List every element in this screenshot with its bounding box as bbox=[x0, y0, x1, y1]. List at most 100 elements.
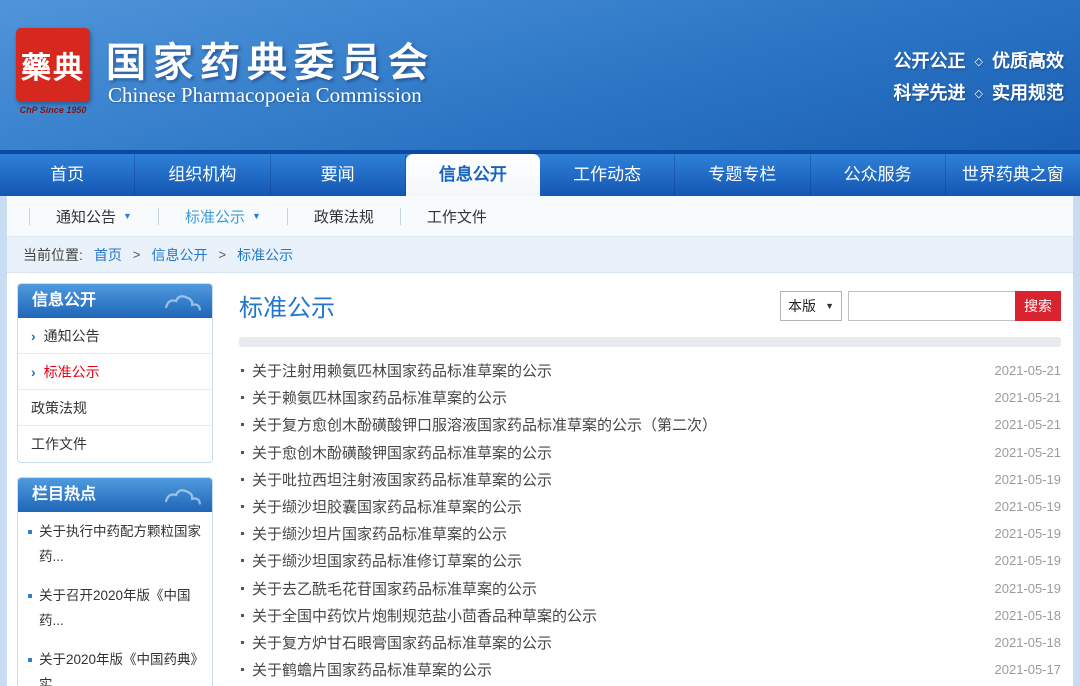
bullet-icon bbox=[241, 587, 244, 590]
site-title: 国家药典委员会 bbox=[106, 30, 435, 88]
bullet-icon bbox=[241, 423, 244, 426]
bullet-icon bbox=[241, 478, 244, 481]
hot-list-item[interactable]: 关于执行中药配方颗粒国家药... bbox=[18, 512, 212, 576]
nav-item-special-columns[interactable]: 专题专栏 bbox=[675, 154, 810, 196]
bullet-icon bbox=[28, 594, 32, 598]
sidebar-item-label: 政策法规 bbox=[31, 398, 87, 418]
breadcrumb-prefix: 当前位置: bbox=[23, 245, 83, 265]
bullet-icon bbox=[241, 668, 244, 671]
diamond-icon: ◇ bbox=[975, 88, 983, 100]
breadcrumb-link-home[interactable]: 首页 bbox=[94, 245, 122, 265]
announcement-date: 2021-05-19 bbox=[983, 581, 1062, 596]
subnav-label: 通知公告 bbox=[56, 206, 116, 227]
hot-list-item[interactable]: 关于召开2020年版《中国药... bbox=[18, 576, 212, 640]
announcement-date: 2021-05-19 bbox=[983, 499, 1062, 514]
dropdown-arrow-icon: ▼ bbox=[825, 301, 834, 311]
sidebar-menu-box: 信息公开 › 通知公告 › 标准公示 政策法规 工作文件 bbox=[17, 283, 213, 463]
sidebar-item-notices[interactable]: › 通知公告 bbox=[18, 318, 212, 354]
announcement-row[interactable]: 关于缬沙坦国家药品标准修订草案的公示 2021-05-19 bbox=[239, 547, 1061, 574]
chevron-right-icon: › bbox=[31, 364, 36, 380]
chevron-down-icon: ▼ bbox=[123, 211, 132, 221]
breadcrumb-separator: > bbox=[218, 247, 226, 262]
search-bar: 本版 ▼ 搜索 bbox=[780, 291, 1061, 321]
page-body: 通知公告 ▼ 标准公示 ▼ 政策法规 工作文件 当前位置: 首页 > 信息公开 … bbox=[0, 196, 1080, 686]
announcement-row[interactable]: 关于愈创木酚磺酸钾国家药品标准草案的公示 2021-05-21 bbox=[239, 439, 1061, 466]
hot-list-item[interactable]: 关于2020年版《中国药典》实... bbox=[18, 640, 212, 686]
announcement-date: 2021-05-17 bbox=[983, 662, 1062, 677]
announcement-title: 关于复方炉甘石眼膏国家药品标准草案的公示 bbox=[252, 632, 552, 653]
breadcrumb-link-info-disclosure[interactable]: 信息公开 bbox=[151, 245, 207, 265]
bullet-icon bbox=[28, 658, 32, 662]
breadcrumb: 当前位置: 首页 > 信息公开 > 标准公示 bbox=[7, 237, 1073, 273]
bullet-icon bbox=[28, 530, 32, 534]
nav-item-info-disclosure[interactable]: 信息公开 bbox=[406, 154, 540, 196]
slogan-text: 公开公正 bbox=[894, 51, 966, 71]
hot-item-title: 关于召开2020年版《中国药... bbox=[39, 583, 204, 633]
announcement-row[interactable]: 关于注射用赖氨匹林国家药品标准草案的公示 2021-05-21 bbox=[239, 357, 1061, 384]
announcement-title: 关于缬沙坦胶囊国家药品标准草案的公示 bbox=[252, 496, 522, 517]
section-divider bbox=[239, 337, 1061, 347]
announcement-title: 关于吡拉西坦注射液国家药品标准草案的公示 bbox=[252, 469, 552, 490]
announcement-title: 关于愈创木酚磺酸钾国家药品标准草案的公示 bbox=[252, 442, 552, 463]
slogan-block: 公开公正 ◇ 优质高效 科学先进 ◇ 实用规范 bbox=[894, 46, 1064, 110]
page-title: 标准公示 bbox=[239, 288, 335, 323]
breadcrumb-link-standard-publicity[interactable]: 标准公示 bbox=[237, 245, 293, 265]
bullet-icon bbox=[241, 396, 244, 399]
announcement-row[interactable]: 关于缬沙坦片国家药品标准草案的公示 2021-05-19 bbox=[239, 520, 1061, 547]
announcement-title: 关于缬沙坦片国家药品标准草案的公示 bbox=[252, 523, 507, 544]
slogan-text: 优质高效 bbox=[992, 51, 1064, 71]
nav-item-news[interactable]: 要闻 bbox=[271, 154, 406, 196]
announcement-row[interactable]: 关于全国中药饮片炮制规范盐小茴香品种草案的公示 2021-05-18 bbox=[239, 602, 1061, 629]
nav-item-organization[interactable]: 组织机构 bbox=[135, 154, 270, 196]
sidebar-item-policies[interactable]: 政策法规 bbox=[18, 390, 212, 426]
announcement-date: 2021-05-19 bbox=[983, 526, 1062, 541]
slogan-text: 科学先进 bbox=[894, 83, 966, 103]
announcement-row[interactable]: 关于赖氨匹林国家药品标准草案的公示 2021-05-21 bbox=[239, 384, 1061, 411]
announcement-row[interactable]: 关于缬沙坦胶囊国家药品标准草案的公示 2021-05-19 bbox=[239, 493, 1061, 520]
main-panel: 标准公示 本版 ▼ 搜索 关于注射用赖氨匹林国家药品标准草案的公示 2021-0… bbox=[239, 283, 1061, 686]
sidebar-menu-title: 信息公开 bbox=[32, 292, 96, 309]
search-button[interactable]: 搜索 bbox=[1015, 291, 1061, 321]
subnav-item-notices[interactable]: 通知公告 ▼ bbox=[29, 208, 158, 225]
announcement-title: 关于去乙酰毛花苷国家药品标准草案的公示 bbox=[252, 578, 537, 599]
slogan-text: 实用规范 bbox=[992, 83, 1064, 103]
main-header: 标准公示 本版 ▼ 搜索 bbox=[239, 283, 1061, 323]
announcement-date: 2021-05-21 bbox=[983, 417, 1062, 432]
hot-item-title: 关于执行中药配方颗粒国家药... bbox=[39, 519, 204, 569]
announcement-row[interactable]: 关于吡拉西坦注射液国家药品标准草案的公示 2021-05-19 bbox=[239, 466, 1061, 493]
logo-caption: ChP Since 1950 bbox=[10, 105, 96, 115]
nav-item-work-trends[interactable]: 工作动态 bbox=[540, 154, 675, 196]
subnav-item-policies[interactable]: 政策法规 bbox=[287, 208, 400, 225]
sidebar-item-label: 标准公示 bbox=[44, 362, 100, 382]
announcement-date: 2021-05-18 bbox=[983, 635, 1062, 650]
announcement-row[interactable]: 关于去乙酰毛花苷国家药品标准草案的公示 2021-05-19 bbox=[239, 575, 1061, 602]
sidebar-hot-box: 栏目热点 关于执行中药配方颗粒国家药... 关于召开2020年版《中国药... … bbox=[17, 477, 213, 686]
announcement-list: 关于注射用赖氨匹林国家药品标准草案的公示 2021-05-21 关于赖氨匹林国家… bbox=[239, 357, 1061, 683]
bullet-icon bbox=[241, 641, 244, 644]
announcement-title: 关于鹤蟾片国家药品标准草案的公示 bbox=[252, 659, 492, 680]
sub-nav: 通知公告 ▼ 标准公示 ▼ 政策法规 工作文件 bbox=[7, 196, 1073, 237]
search-scope-select[interactable]: 本版 ▼ bbox=[780, 291, 842, 321]
slogan-line-2: 科学先进 ◇ 实用规范 bbox=[894, 78, 1064, 110]
site-banner: 藥典 ChP Since 1950 国家药典委员会 Chinese Pharma… bbox=[0, 0, 1080, 150]
subnav-label: 标准公示 bbox=[185, 206, 245, 227]
hot-item-title: 关于2020年版《中国药典》实... bbox=[39, 647, 204, 686]
subnav-item-standard-publicity[interactable]: 标准公示 ▼ bbox=[158, 208, 287, 225]
announcement-row[interactable]: 关于鹤蟾片国家药品标准草案的公示 2021-05-17 bbox=[239, 656, 1061, 683]
sidebar-item-work-documents[interactable]: 工作文件 bbox=[18, 426, 212, 462]
search-input[interactable] bbox=[848, 291, 1016, 321]
nav-item-world-pharmacopoeia[interactable]: 世界药典之窗 bbox=[946, 154, 1080, 196]
bullet-icon bbox=[241, 532, 244, 535]
announcement-row[interactable]: 关于复方愈创木酚磺酸钾口服溶液国家药品标准草案的公示（第二次） 2021-05-… bbox=[239, 411, 1061, 438]
announcement-date: 2021-05-21 bbox=[983, 445, 1062, 460]
nav-item-home[interactable]: 首页 bbox=[0, 154, 135, 196]
cloud-icon bbox=[160, 483, 206, 507]
announcement-row[interactable]: 关于复方炉甘石眼膏国家药品标准草案的公示 2021-05-18 bbox=[239, 629, 1061, 656]
nav-item-public-service[interactable]: 公众服务 bbox=[811, 154, 946, 196]
subnav-item-work-documents[interactable]: 工作文件 bbox=[400, 208, 513, 225]
sidebar-hot-title: 栏目热点 bbox=[32, 486, 96, 503]
announcement-date: 2021-05-19 bbox=[983, 553, 1062, 568]
sidebar-hot-header: 栏目热点 bbox=[18, 478, 212, 512]
sidebar-menu-header: 信息公开 bbox=[18, 284, 212, 318]
sidebar-item-standard-publicity[interactable]: › 标准公示 bbox=[18, 354, 212, 390]
